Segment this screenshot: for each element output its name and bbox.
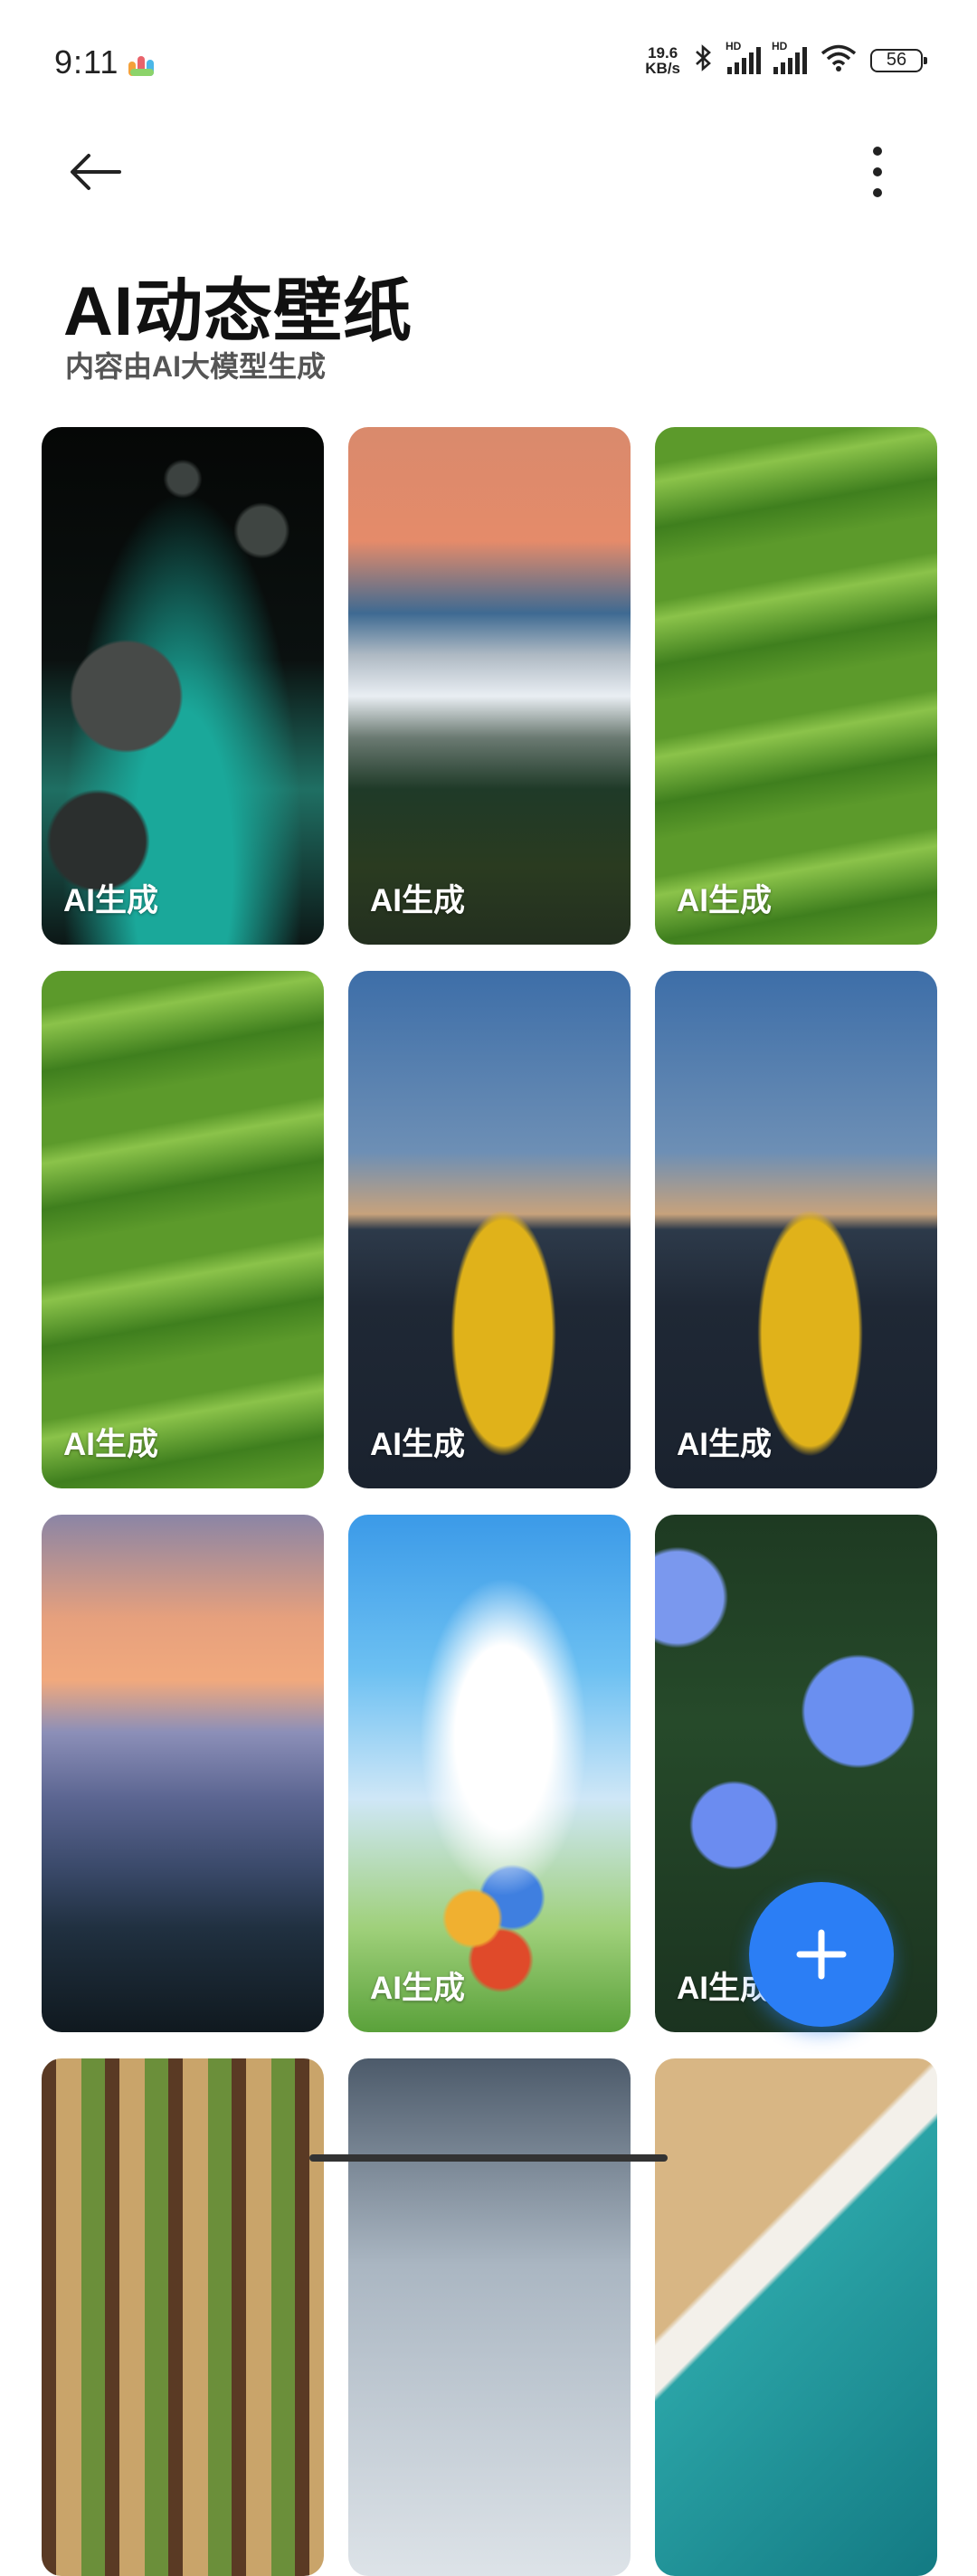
add-wallpaper-button[interactable] bbox=[749, 1882, 894, 2027]
wallpaper-card[interactable]: AI生成 bbox=[655, 427, 937, 945]
more-options-button[interactable] bbox=[850, 140, 905, 204]
battery-icon: 56 bbox=[870, 48, 927, 72]
page-subtitle: 内容由AI大模型生成 bbox=[65, 350, 327, 383]
wallpaper-card[interactable]: AI生成 bbox=[348, 1515, 631, 2032]
ai-generated-label: AI生成 bbox=[370, 1427, 466, 1462]
wallpaper-card[interactable]: AI生成 bbox=[655, 971, 937, 1488]
home-indicator[interactable] bbox=[309, 2154, 668, 2162]
battery-level: 56 bbox=[886, 50, 907, 70]
ai-generated-label: AI生成 bbox=[677, 883, 773, 918]
more-vertical-icon bbox=[873, 147, 882, 197]
status-time: 9:11 bbox=[54, 43, 119, 81]
arrow-left-icon bbox=[71, 154, 121, 190]
signal-2-icon: HD bbox=[772, 40, 807, 74]
wallpaper-card[interactable] bbox=[655, 2058, 937, 2576]
ai-generated-label: AI生成 bbox=[677, 1427, 773, 1462]
wallpaper-card[interactable]: AI生成 bbox=[42, 971, 324, 1488]
wallpaper-card[interactable]: AI生成 bbox=[348, 971, 631, 1488]
page-title: AI动态壁纸 bbox=[63, 273, 413, 350]
signal-1-icon: HD bbox=[726, 40, 761, 74]
status-bar: 9:11 19.6 KB/s HD HD 56 bbox=[0, 0, 977, 127]
status-icons: 19.6 KB/s HD HD 56 bbox=[645, 40, 927, 77]
network-speed-value: 19.6 bbox=[648, 43, 678, 62]
ai-generated-label: AI生成 bbox=[63, 883, 159, 918]
wallpaper-card[interactable] bbox=[42, 1515, 324, 2032]
wallpaper-card[interactable] bbox=[348, 2058, 631, 2576]
app-notification-icon bbox=[127, 52, 157, 78]
ai-generated-label: AI生成 bbox=[370, 1971, 466, 2006]
plus-icon bbox=[796, 1929, 847, 1980]
network-speed-unit: KB/s bbox=[645, 59, 680, 77]
wallpaper-card[interactable]: AI生成 bbox=[348, 427, 631, 945]
ai-generated-label: AI生成 bbox=[63, 1427, 159, 1462]
network-speed: 19.6 KB/s bbox=[645, 45, 680, 76]
bluetooth-icon bbox=[693, 43, 715, 77]
ai-generated-label: AI生成 bbox=[370, 883, 466, 918]
back-button[interactable] bbox=[63, 145, 136, 199]
wifi-icon bbox=[820, 43, 858, 77]
wallpaper-card[interactable] bbox=[42, 2058, 324, 2576]
wallpaper-card[interactable]: AI生成 bbox=[42, 427, 324, 945]
signal-2-hd-label: HD bbox=[772, 39, 788, 52]
signal-1-hd-label: HD bbox=[726, 39, 742, 52]
